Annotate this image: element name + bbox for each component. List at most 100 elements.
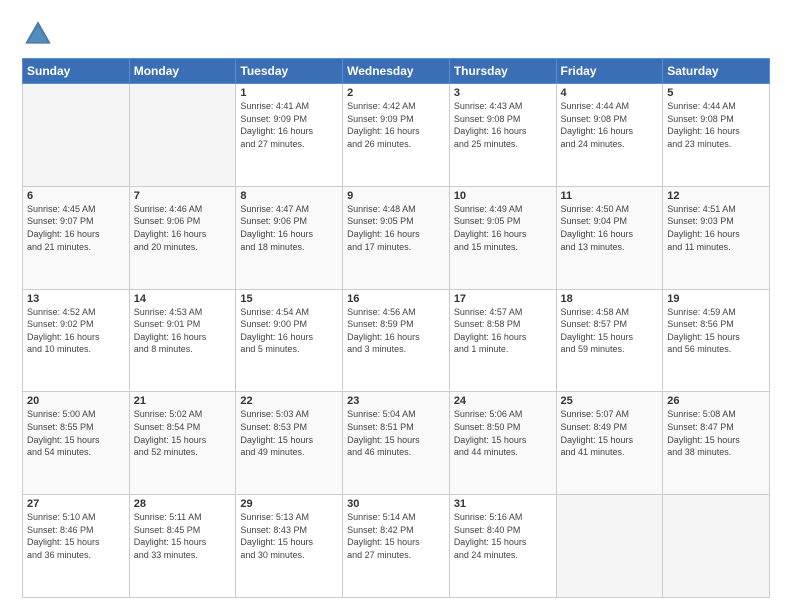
weekday-header-monday: Monday (129, 59, 236, 84)
calendar-cell: 19Sunrise: 4:59 AM Sunset: 8:56 PM Dayli… (663, 289, 770, 392)
calendar-table: SundayMondayTuesdayWednesdayThursdayFrid… (22, 58, 770, 598)
day-info: Sunrise: 4:44 AM Sunset: 9:08 PM Dayligh… (561, 100, 659, 150)
day-info: Sunrise: 5:13 AM Sunset: 8:43 PM Dayligh… (240, 511, 338, 561)
calendar-cell: 21Sunrise: 5:02 AM Sunset: 8:54 PM Dayli… (129, 392, 236, 495)
calendar-cell (129, 84, 236, 187)
day-info: Sunrise: 5:16 AM Sunset: 8:40 PM Dayligh… (454, 511, 552, 561)
logo (22, 18, 58, 50)
calendar-cell: 6Sunrise: 4:45 AM Sunset: 9:07 PM Daylig… (23, 186, 130, 289)
day-number: 2 (347, 87, 445, 99)
calendar-cell: 15Sunrise: 4:54 AM Sunset: 9:00 PM Dayli… (236, 289, 343, 392)
calendar-cell: 25Sunrise: 5:07 AM Sunset: 8:49 PM Dayli… (556, 392, 663, 495)
day-number: 13 (27, 293, 125, 305)
calendar-week-row-4: 20Sunrise: 5:00 AM Sunset: 8:55 PM Dayli… (23, 392, 770, 495)
day-number: 19 (667, 293, 765, 305)
day-number: 7 (134, 190, 232, 202)
day-info: Sunrise: 4:56 AM Sunset: 8:59 PM Dayligh… (347, 306, 445, 356)
day-number: 14 (134, 293, 232, 305)
weekday-header-tuesday: Tuesday (236, 59, 343, 84)
day-info: Sunrise: 5:03 AM Sunset: 8:53 PM Dayligh… (240, 408, 338, 458)
calendar-cell: 16Sunrise: 4:56 AM Sunset: 8:59 PM Dayli… (343, 289, 450, 392)
day-info: Sunrise: 5:02 AM Sunset: 8:54 PM Dayligh… (134, 408, 232, 458)
day-info: Sunrise: 5:00 AM Sunset: 8:55 PM Dayligh… (27, 408, 125, 458)
day-number: 15 (240, 293, 338, 305)
day-number: 31 (454, 498, 552, 510)
day-number: 25 (561, 395, 659, 407)
day-number: 23 (347, 395, 445, 407)
day-number: 17 (454, 293, 552, 305)
calendar-cell: 24Sunrise: 5:06 AM Sunset: 8:50 PM Dayli… (449, 392, 556, 495)
day-number: 9 (347, 190, 445, 202)
day-info: Sunrise: 4:52 AM Sunset: 9:02 PM Dayligh… (27, 306, 125, 356)
day-info: Sunrise: 4:51 AM Sunset: 9:03 PM Dayligh… (667, 203, 765, 253)
day-number: 6 (27, 190, 125, 202)
day-info: Sunrise: 4:44 AM Sunset: 9:08 PM Dayligh… (667, 100, 765, 150)
day-number: 12 (667, 190, 765, 202)
calendar-cell (23, 84, 130, 187)
calendar-cell: 23Sunrise: 5:04 AM Sunset: 8:51 PM Dayli… (343, 392, 450, 495)
day-info: Sunrise: 4:45 AM Sunset: 9:07 PM Dayligh… (27, 203, 125, 253)
day-number: 10 (454, 190, 552, 202)
day-number: 24 (454, 395, 552, 407)
calendar-cell: 17Sunrise: 4:57 AM Sunset: 8:58 PM Dayli… (449, 289, 556, 392)
weekday-header-row: SundayMondayTuesdayWednesdayThursdayFrid… (23, 59, 770, 84)
day-number: 29 (240, 498, 338, 510)
calendar-cell: 29Sunrise: 5:13 AM Sunset: 8:43 PM Dayli… (236, 495, 343, 598)
day-info: Sunrise: 5:14 AM Sunset: 8:42 PM Dayligh… (347, 511, 445, 561)
day-info: Sunrise: 4:50 AM Sunset: 9:04 PM Dayligh… (561, 203, 659, 253)
weekday-header-saturday: Saturday (663, 59, 770, 84)
calendar-cell: 26Sunrise: 5:08 AM Sunset: 8:47 PM Dayli… (663, 392, 770, 495)
logo-icon (22, 18, 54, 50)
calendar-cell: 22Sunrise: 5:03 AM Sunset: 8:53 PM Dayli… (236, 392, 343, 495)
day-number: 3 (454, 87, 552, 99)
calendar-week-row-5: 27Sunrise: 5:10 AM Sunset: 8:46 PM Dayli… (23, 495, 770, 598)
day-info: Sunrise: 4:46 AM Sunset: 9:06 PM Dayligh… (134, 203, 232, 253)
day-info: Sunrise: 4:48 AM Sunset: 9:05 PM Dayligh… (347, 203, 445, 253)
calendar-cell: 2Sunrise: 4:42 AM Sunset: 9:09 PM Daylig… (343, 84, 450, 187)
day-info: Sunrise: 5:08 AM Sunset: 8:47 PM Dayligh… (667, 408, 765, 458)
calendar-cell (556, 495, 663, 598)
calendar-cell: 4Sunrise: 4:44 AM Sunset: 9:08 PM Daylig… (556, 84, 663, 187)
day-info: Sunrise: 4:49 AM Sunset: 9:05 PM Dayligh… (454, 203, 552, 253)
day-info: Sunrise: 5:10 AM Sunset: 8:46 PM Dayligh… (27, 511, 125, 561)
day-number: 26 (667, 395, 765, 407)
calendar-cell: 27Sunrise: 5:10 AM Sunset: 8:46 PM Dayli… (23, 495, 130, 598)
day-number: 16 (347, 293, 445, 305)
day-number: 20 (27, 395, 125, 407)
day-info: Sunrise: 5:11 AM Sunset: 8:45 PM Dayligh… (134, 511, 232, 561)
calendar-cell: 11Sunrise: 4:50 AM Sunset: 9:04 PM Dayli… (556, 186, 663, 289)
header (22, 18, 770, 50)
day-info: Sunrise: 5:06 AM Sunset: 8:50 PM Dayligh… (454, 408, 552, 458)
weekday-header-sunday: Sunday (23, 59, 130, 84)
calendar-cell: 12Sunrise: 4:51 AM Sunset: 9:03 PM Dayli… (663, 186, 770, 289)
calendar-cell: 5Sunrise: 4:44 AM Sunset: 9:08 PM Daylig… (663, 84, 770, 187)
calendar-cell: 14Sunrise: 4:53 AM Sunset: 9:01 PM Dayli… (129, 289, 236, 392)
calendar-cell: 20Sunrise: 5:00 AM Sunset: 8:55 PM Dayli… (23, 392, 130, 495)
calendar-cell: 8Sunrise: 4:47 AM Sunset: 9:06 PM Daylig… (236, 186, 343, 289)
day-info: Sunrise: 4:53 AM Sunset: 9:01 PM Dayligh… (134, 306, 232, 356)
day-number: 1 (240, 87, 338, 99)
day-number: 28 (134, 498, 232, 510)
day-number: 5 (667, 87, 765, 99)
weekday-header-thursday: Thursday (449, 59, 556, 84)
calendar-cell: 7Sunrise: 4:46 AM Sunset: 9:06 PM Daylig… (129, 186, 236, 289)
day-number: 11 (561, 190, 659, 202)
day-info: Sunrise: 4:54 AM Sunset: 9:00 PM Dayligh… (240, 306, 338, 356)
day-info: Sunrise: 4:57 AM Sunset: 8:58 PM Dayligh… (454, 306, 552, 356)
day-number: 4 (561, 87, 659, 99)
day-info: Sunrise: 4:59 AM Sunset: 8:56 PM Dayligh… (667, 306, 765, 356)
day-number: 8 (240, 190, 338, 202)
day-number: 30 (347, 498, 445, 510)
calendar-cell: 18Sunrise: 4:58 AM Sunset: 8:57 PM Dayli… (556, 289, 663, 392)
calendar-cell: 3Sunrise: 4:43 AM Sunset: 9:08 PM Daylig… (449, 84, 556, 187)
calendar-week-row-1: 1Sunrise: 4:41 AM Sunset: 9:09 PM Daylig… (23, 84, 770, 187)
calendar-cell (663, 495, 770, 598)
weekday-header-friday: Friday (556, 59, 663, 84)
day-info: Sunrise: 4:47 AM Sunset: 9:06 PM Dayligh… (240, 203, 338, 253)
page: SundayMondayTuesdayWednesdayThursdayFrid… (0, 0, 792, 612)
day-info: Sunrise: 4:43 AM Sunset: 9:08 PM Dayligh… (454, 100, 552, 150)
calendar-cell: 30Sunrise: 5:14 AM Sunset: 8:42 PM Dayli… (343, 495, 450, 598)
day-number: 18 (561, 293, 659, 305)
calendar-cell: 10Sunrise: 4:49 AM Sunset: 9:05 PM Dayli… (449, 186, 556, 289)
day-info: Sunrise: 5:07 AM Sunset: 8:49 PM Dayligh… (561, 408, 659, 458)
